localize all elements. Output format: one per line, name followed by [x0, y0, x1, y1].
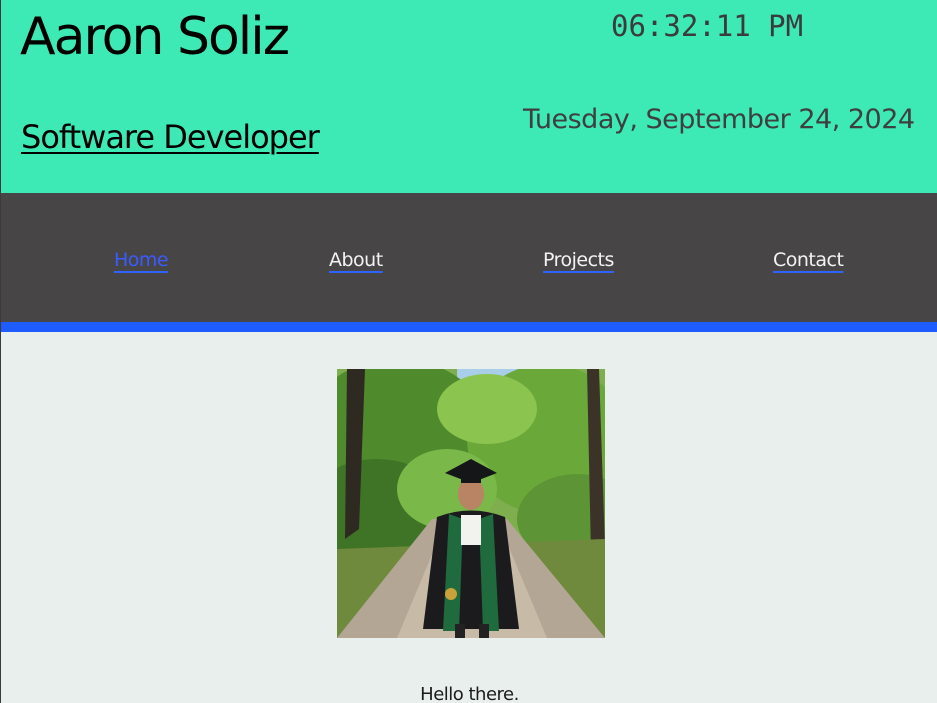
nav-link-projects[interactable]: Projects [543, 247, 614, 273]
profile-photo [337, 369, 605, 638]
page: Aaron Soliz Software Developer 06:32:11 … [0, 0, 937, 703]
job-title: Software Developer [21, 118, 320, 156]
nav-link-about[interactable]: About [329, 247, 383, 273]
current-date: Tuesday, September 24, 2024 [523, 104, 915, 135]
greeting-text: Hello there. [420, 684, 519, 703]
site-owner-name: Aaron Soliz [20, 7, 290, 67]
site-header: Aaron Soliz Software Developer 06:32:11 … [1, 0, 937, 193]
main-navigation: Home About Projects Contact [1, 193, 937, 322]
nav-link-contact[interactable]: Contact [773, 247, 844, 273]
nav-accent-bar [1, 322, 937, 332]
nav-link-home[interactable]: Home [114, 247, 169, 273]
live-clock: 06:32:11 PM [611, 9, 804, 43]
